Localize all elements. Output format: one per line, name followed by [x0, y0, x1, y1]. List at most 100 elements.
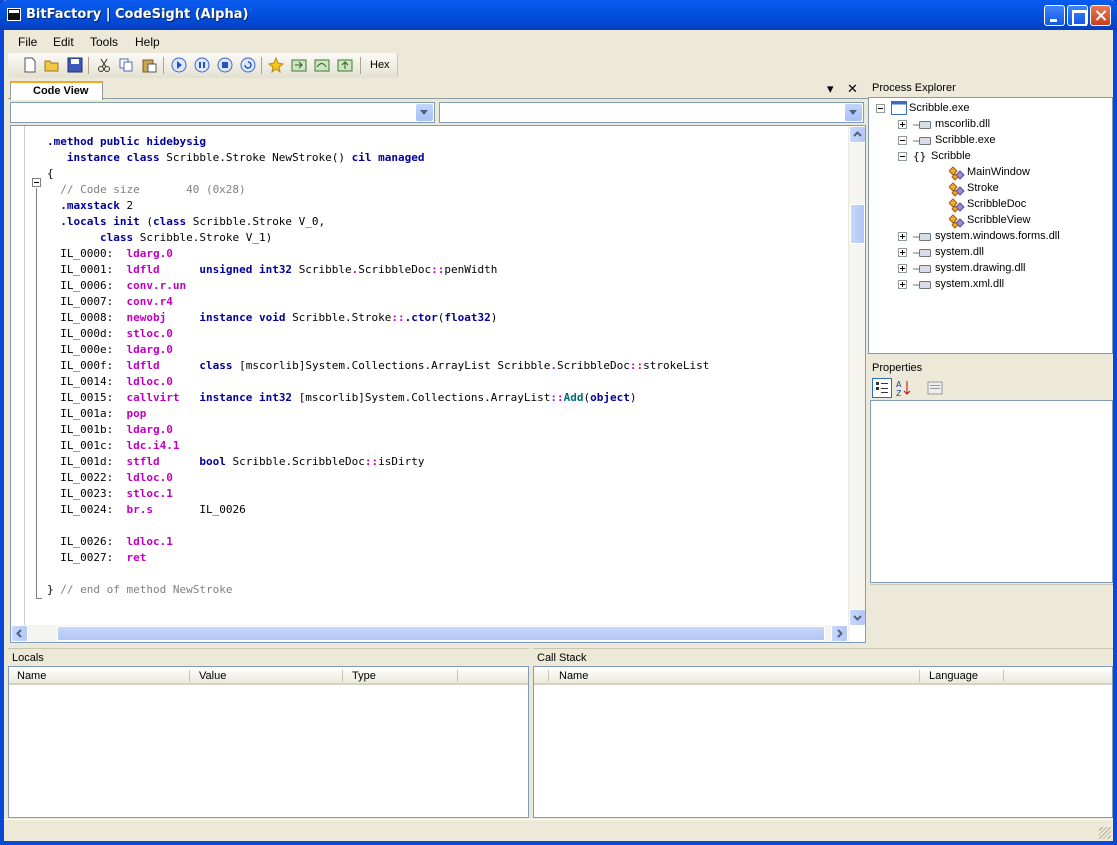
categorized-icon[interactable] — [872, 378, 892, 398]
vertical-scrollbar[interactable] — [848, 126, 865, 626]
open-folder-icon[interactable] — [44, 57, 60, 73]
menu-tools[interactable]: Tools — [90, 35, 118, 49]
highlight-icon[interactable] — [268, 57, 284, 73]
step-into-icon[interactable] — [291, 57, 307, 73]
menu-file[interactable]: File — [18, 35, 37, 49]
call-stack-header: Name Language — [534, 667, 1112, 685]
member-selector[interactable] — [439, 102, 864, 123]
run-icon[interactable] — [171, 57, 187, 73]
tree-node-label[interactable]: ScribbleDoc — [967, 198, 1026, 210]
collapse-icon[interactable] — [898, 136, 907, 145]
assembly-icon — [913, 232, 933, 245]
expand-icon[interactable] — [898, 264, 907, 273]
code-line: IL_0022: ldloc.0 — [47, 471, 173, 484]
hex-button[interactable]: Hex — [370, 59, 390, 71]
menu-edit[interactable]: Edit — [53, 35, 74, 49]
step-out-icon[interactable] — [337, 57, 353, 73]
close-button[interactable] — [1090, 5, 1111, 26]
collapse-icon[interactable] — [898, 152, 907, 161]
expand-icon[interactable] — [898, 120, 907, 129]
save-icon[interactable] — [67, 57, 83, 73]
properties-description — [870, 584, 1113, 644]
pane-close-icon[interactable]: ✕ — [847, 82, 858, 97]
window-icon — [891, 101, 907, 118]
tree-node-label[interactable]: Scribble.exe — [935, 134, 996, 146]
pane-menu-icon[interactable]: ▾ — [827, 82, 834, 97]
title-bar[interactable]: BitFactory | CodeSight (Alpha) — [0, 0, 1117, 30]
tree-node-label[interactable]: MainWindow — [967, 166, 1030, 178]
svg-text:Z: Z — [896, 389, 902, 397]
properties-toolbar: AZ — [870, 377, 1113, 399]
code-line: IL_000d: stloc.0 — [47, 327, 173, 340]
code-line: IL_000e: ldarg.0 — [47, 343, 173, 356]
tree-node-label[interactable]: system.drawing.dll — [935, 262, 1025, 274]
locals-col-value[interactable]: Value — [199, 670, 226, 682]
stop-icon[interactable] — [217, 57, 233, 73]
call-stack-col-language[interactable]: Language — [929, 670, 978, 682]
paste-icon[interactable] — [141, 57, 157, 73]
step-over-icon[interactable] — [314, 57, 330, 73]
code-line: .maxstack 2 — [47, 199, 134, 212]
horizontal-scrollbar[interactable] — [11, 625, 850, 642]
expand-icon[interactable] — [898, 280, 907, 289]
call-stack-title: Call Stack — [533, 648, 1113, 667]
alphabetical-icon[interactable]: AZ — [895, 379, 913, 397]
vertical-scroll-thumb[interactable] — [850, 204, 865, 244]
type-selector[interactable] — [10, 102, 435, 123]
call-stack-grid[interactable]: Name Language — [533, 666, 1113, 818]
property-pages-icon[interactable] — [927, 380, 943, 396]
process-explorer-tree[interactable]: Scribble.exe mscorlib.dll Scribble.exe {} Sc… — [868, 97, 1113, 354]
chevron-down-icon[interactable] — [845, 104, 862, 121]
status-bar — [4, 819, 1113, 841]
pause-icon[interactable] — [194, 57, 210, 73]
code-view-tabstrip: Code View ▾ ✕ — [8, 79, 868, 100]
menu-help[interactable]: Help — [135, 35, 160, 49]
locals-col-type[interactable]: Type — [352, 670, 376, 682]
tree-node-label[interactable]: system.windows.forms.dll — [935, 230, 1060, 242]
scroll-left-button[interactable] — [11, 625, 28, 642]
minimize-button[interactable] — [1044, 5, 1065, 26]
fold-toggle[interactable] — [32, 178, 41, 187]
code-line: IL_001a: pop — [47, 407, 147, 420]
restart-icon[interactable] — [240, 57, 256, 73]
code-line: IL_001c: ldc.i4.1 — [47, 439, 180, 452]
expand-icon[interactable] — [898, 248, 907, 257]
resize-grip[interactable] — [1099, 827, 1111, 839]
scroll-down-button[interactable] — [849, 609, 865, 626]
app-icon — [7, 8, 21, 21]
code-line: IL_0007: conv.r4 — [47, 295, 173, 308]
call-stack-col-name[interactable]: Name — [559, 670, 588, 682]
tree-node-label[interactable]: system.dll — [935, 246, 984, 258]
new-file-icon[interactable] — [22, 57, 38, 73]
fold-end — [36, 598, 42, 599]
code-line: IL_0006: conv.r.un — [47, 279, 187, 292]
horizontal-scroll-thumb[interactable] — [57, 626, 825, 641]
tree-node-label[interactable]: Stroke — [967, 182, 999, 194]
tree-node-label[interactable]: Scribble.exe — [909, 102, 970, 114]
tree-node-label[interactable]: Scribble — [931, 150, 971, 162]
namespace-icon: {} — [913, 149, 929, 166]
locals-grid[interactable]: Name Value Type — [8, 666, 529, 818]
il-code: .method public hidebysig instance class … — [47, 134, 709, 598]
locals-header: Name Value Type — [9, 667, 528, 685]
collapse-icon[interactable] — [876, 104, 885, 113]
code-line: IL_001d: stfld bool Scribble.ScribbleDoc… — [47, 455, 425, 468]
scroll-right-button[interactable] — [831, 625, 848, 642]
code-line: class Scribble.Stroke V_1) — [99, 231, 273, 244]
tree-node-label[interactable]: mscorlib.dll — [935, 118, 990, 130]
code-line: instance class Scribble.Stroke NewStroke… — [66, 151, 425, 164]
properties-grid[interactable] — [870, 400, 1113, 583]
code-editor[interactable]: .method public hidebysig instance class … — [10, 125, 866, 643]
locals-col-name[interactable]: Name — [17, 670, 46, 682]
tree-node-label[interactable]: ScribbleView — [967, 214, 1030, 226]
copy-icon[interactable] — [118, 57, 134, 73]
chevron-down-icon[interactable] — [416, 104, 433, 121]
maximize-button[interactable] — [1067, 5, 1088, 26]
tab-code-view[interactable]: Code View — [10, 81, 103, 100]
main-window: BitFactory | CodeSight (Alpha) File Edit… — [0, 0, 1117, 845]
scroll-up-button[interactable] — [849, 126, 865, 143]
expand-icon[interactable] — [898, 232, 907, 241]
cut-icon[interactable] — [96, 57, 112, 73]
tree-node-label[interactable]: system.xml.dll — [935, 278, 1004, 290]
